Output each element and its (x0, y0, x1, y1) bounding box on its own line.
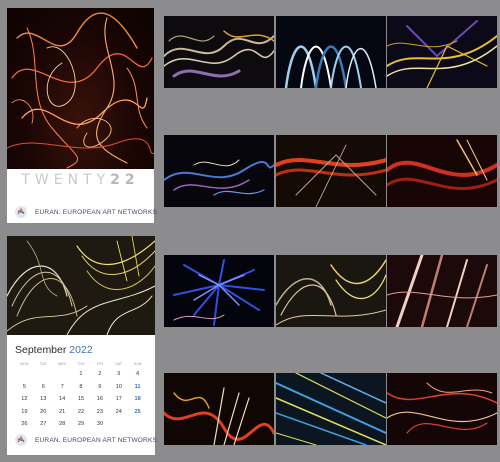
calendar-day: 22 (77, 408, 85, 415)
calendar-day: 27 (40, 421, 47, 427)
calendar-day: 23 (96, 408, 103, 415)
calendar-day: 13 (40, 396, 47, 402)
light-trails-red-image (7, 12, 154, 169)
calendar-day-sunday (128, 418, 147, 431)
calendar-day: 29 (77, 421, 85, 427)
euran-logo-icon (15, 206, 27, 218)
calendar-brand-text: EURAN. EUROPEAN ART NETWORKS (35, 436, 158, 444)
calendar-month-title: September 2022 (15, 344, 93, 356)
calendar-day: 6 (41, 383, 45, 390)
light-trails-image (164, 255, 274, 327)
weekday-header: THU (77, 362, 85, 366)
calendar-day: 9 (98, 383, 102, 390)
calendar-day: 30 (96, 421, 103, 427)
calendar-day: 28 (59, 421, 66, 427)
light-trails-image (276, 135, 386, 207)
cover-title-light: TWENTY (21, 172, 111, 188)
calendar-day: 2 (98, 371, 102, 377)
weekday-header: SUN (133, 362, 142, 366)
calendar-day-sunday: 25 (134, 408, 141, 415)
light-trails-image (164, 135, 274, 207)
light-trails-image (276, 255, 386, 327)
calendar-day (53, 368, 72, 381)
light-trails-image (387, 16, 497, 88)
thumbnail-4[interactable] (164, 135, 274, 207)
calendar-day-sunday: 18 (134, 396, 141, 402)
cover-card: TWENTY22 EURAN. EUROPEAN ART NETWORKS (7, 8, 157, 223)
light-trails-image (164, 16, 274, 88)
calendar-day: 7 (60, 383, 64, 390)
light-trails-image (164, 373, 274, 445)
light-trails-image (276, 373, 386, 445)
light-trails-gold-image (7, 236, 155, 335)
calendar-day: 12 (21, 396, 28, 402)
weekday-header: SAT (115, 362, 122, 366)
light-trails-image (387, 255, 497, 327)
calendar-day (15, 368, 34, 381)
thumbnail-11[interactable] (276, 373, 386, 445)
cover-title-bold: 22 (110, 172, 140, 188)
calendar-day: 21 (59, 408, 66, 415)
calendar-day-sunday: 11 (134, 383, 141, 390)
light-trails-image (276, 16, 386, 88)
thumbnail-2[interactable] (276, 16, 386, 88)
calendar-day (109, 418, 128, 431)
cover-artwork (7, 8, 154, 169)
calendar-brand: EURAN. EUROPEAN ART NETWORKS (15, 432, 157, 448)
calendar-day: 5 (22, 383, 26, 390)
calendar-day: 26 (21, 421, 28, 427)
calendar-year: 2022 (69, 344, 93, 356)
thumbnail-5[interactable] (276, 135, 386, 207)
calendar-day: 17 (115, 396, 122, 402)
cover-brand-text: EURAN. EUROPEAN ART NETWORKS (35, 208, 158, 216)
cover-brand: EURAN. EUROPEAN ART NETWORKS (15, 204, 157, 220)
thumbnail-7[interactable] (164, 255, 274, 327)
light-trails-image (387, 135, 497, 207)
light-trails-image (387, 373, 497, 445)
thumbnail-10[interactable] (164, 373, 274, 445)
calendar-day: 20 (40, 408, 47, 415)
calendar-day: 19 (21, 408, 28, 415)
euran-logo-icon (15, 434, 27, 446)
thumbnail-1[interactable] (164, 16, 274, 88)
thumbnail-8[interactable] (276, 255, 386, 327)
calendar-month-name: September (15, 344, 67, 356)
calendar-day-sunday: 4 (136, 371, 140, 377)
calendar-day: 24 (115, 408, 122, 415)
weekday-header: MON (20, 362, 29, 366)
calendar-day: 15 (77, 396, 85, 402)
calendar-card: September 2022 MON TUE WED THU FRI SAT S… (7, 236, 157, 455)
calendar-day: 14 (59, 396, 66, 402)
weekday-header: WED (58, 362, 67, 366)
thumbnail-3[interactable] (387, 16, 497, 88)
thumbnail-6[interactable] (387, 135, 497, 207)
calendar-day (34, 368, 53, 381)
calendar-day: 10 (115, 383, 122, 390)
thumbnail-12[interactable] (387, 373, 497, 445)
weekday-header: FRI (97, 362, 103, 366)
calendar-day: 8 (79, 383, 83, 390)
calendar-day: 1 (79, 371, 83, 377)
calendar-artwork (7, 236, 155, 335)
calendar-grid: MON TUE WED THU FRI SAT SUN 1 2 3 4 5 6 … (15, 360, 147, 431)
calendar-day: 3 (117, 371, 121, 377)
thumbnail-9[interactable] (387, 255, 497, 327)
weekday-header: TUE (39, 362, 47, 366)
cover-title: TWENTY22 (7, 172, 154, 188)
calendar-day: 16 (96, 396, 103, 402)
